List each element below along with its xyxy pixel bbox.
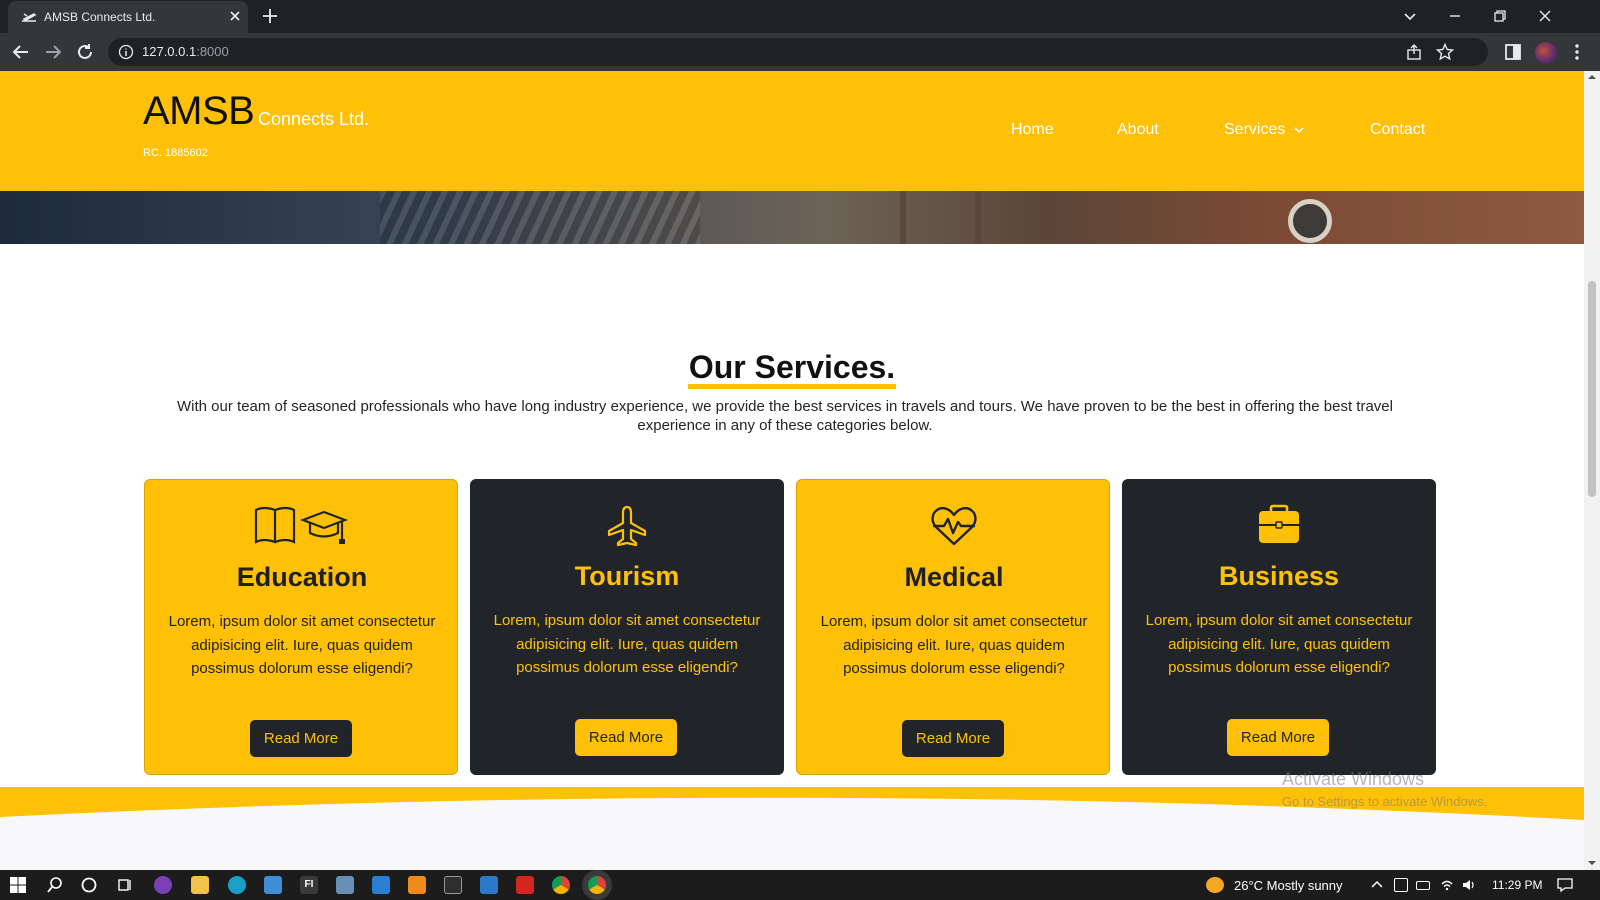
back-arrow-icon[interactable] (10, 41, 32, 63)
watermark-title: Activate Windows (1282, 769, 1425, 789)
service-card-business: Business Lorem, ipsum dolor sit amet con… (1122, 479, 1436, 775)
terminal-icon[interactable] (444, 876, 462, 894)
vscode-icon[interactable] (372, 876, 390, 894)
volume-icon[interactable] (1462, 878, 1476, 892)
windows-taskbar: FI 26°C Mostly sunny 11:29 PM (0, 870, 1600, 900)
file-explorer-icon[interactable] (191, 876, 209, 894)
scrollbar-thumb[interactable] (1588, 281, 1596, 497)
service-card-medical: Medical Lorem, ipsum dolor sit amet cons… (796, 479, 1110, 775)
site-header: AMSB Connects Ltd. RC. 1885602 Home Abou… (0, 71, 1584, 191)
store-icon[interactable] (264, 876, 282, 894)
hero-image-strip (0, 191, 1584, 244)
services-heading-text: Our Services. (687, 350, 897, 389)
close-window-icon[interactable] (1533, 4, 1557, 28)
forward-arrow-icon[interactable] (42, 41, 64, 63)
fl-studio-icon[interactable]: FI (300, 876, 318, 894)
read-more-button[interactable]: Read More (902, 720, 1004, 757)
airplane-favicon-icon (22, 13, 37, 22)
weather-icon[interactable] (1206, 877, 1224, 893)
hero-round-window (1288, 199, 1332, 243)
hero-mast (900, 191, 906, 244)
new-tab-icon[interactable] (260, 6, 280, 26)
restore-icon[interactable] (1488, 4, 1512, 28)
nav-home-link[interactable]: Home (1011, 121, 1054, 139)
card-title: Business (1218, 561, 1340, 591)
share-icon[interactable] (1404, 42, 1424, 62)
page-viewport: AMSB Connects Ltd. RC. 1885602 Home Abou… (0, 71, 1584, 870)
browser-tab-bar: AMSB Connects Ltd. (0, 0, 1600, 33)
minimize-icon[interactable] (1443, 4, 1467, 28)
address-bar[interactable]: 127.0.0.1:8000 (108, 38, 1488, 66)
clock-time[interactable]: 11:29 PM (1492, 878, 1542, 892)
page-scrollbar[interactable] (1584, 71, 1600, 870)
device-icon[interactable] (1394, 878, 1408, 892)
book-graduation-icon (254, 506, 349, 544)
watermark-subtitle: Go to Settings to activate Windows. (1282, 794, 1488, 809)
windows-start-icon[interactable] (9, 876, 27, 894)
logo-main-text[interactable]: AMSB (143, 89, 255, 134)
service-card-education: Education Lorem, ipsum dolor sit amet co… (144, 479, 458, 775)
registration-number: RC. 1885602 (143, 147, 208, 159)
battery-icon[interactable] (1416, 881, 1430, 890)
nav-contact-link[interactable]: Contact (1370, 121, 1425, 139)
acrobat-icon[interactable] (516, 876, 534, 894)
chrome-active-icon[interactable] (588, 876, 606, 894)
search-icon[interactable] (46, 876, 64, 894)
chevron-down-icon (1294, 127, 1304, 133)
logo-sub-text[interactable]: Connects Ltd. (258, 109, 369, 130)
nav-services-link[interactable]: Services (1224, 121, 1304, 139)
side-panel-icon[interactable] (1502, 41, 1524, 63)
more-menu-icon[interactable] (1566, 41, 1588, 63)
card-title: Education (236, 562, 368, 592)
scroll-down-arrow-icon[interactable] (1588, 859, 1596, 867)
site-info-icon[interactable] (118, 44, 134, 60)
bookmark-star-icon[interactable] (1435, 42, 1455, 62)
activate-windows-watermark: Activate Windows Go to Settings to activ… (1282, 769, 1487, 809)
hero-mast (975, 191, 981, 244)
services-heading: Our Services. (0, 349, 1584, 389)
browser-toolbar: 127.0.0.1:8000 (0, 33, 1600, 71)
hero-roof-texture (380, 191, 700, 244)
services-description: With our team of seasoned professionals … (177, 398, 1393, 434)
read-more-button[interactable]: Read More (1227, 719, 1329, 756)
card-text: Lorem, ipsum dolor sit amet consectetur … (493, 612, 761, 676)
chevron-up-icon[interactable] (1370, 878, 1384, 892)
airplane-icon (607, 505, 647, 547)
url-text: 127.0.0.1:8000 (142, 44, 229, 59)
chrome-icon[interactable] (552, 876, 570, 894)
mail-icon[interactable] (480, 876, 498, 894)
card-title: Medical (904, 562, 1004, 592)
task-view-icon[interactable] (116, 876, 134, 894)
app-icon-photos[interactable] (336, 876, 354, 894)
card-text: Lorem, ipsum dolor sit amet consectetur … (168, 613, 436, 677)
scroll-up-arrow-icon[interactable] (1588, 73, 1596, 81)
edge-browser-icon[interactable] (228, 876, 246, 894)
read-more-button[interactable]: Read More (250, 720, 352, 757)
browser-tab[interactable]: AMSB Connects Ltd. (8, 1, 248, 33)
read-more-button[interactable]: Read More (575, 719, 677, 756)
heart-pulse-icon (931, 506, 977, 546)
profile-avatar[interactable] (1535, 42, 1557, 64)
notifications-icon[interactable] (1557, 877, 1573, 893)
card-text: Lorem, ipsum dolor sit amet consectetur … (820, 613, 1088, 677)
close-tab-icon[interactable] (226, 7, 244, 25)
cortana-icon[interactable] (80, 876, 98, 894)
tab-search-chevron-icon[interactable] (1398, 4, 1422, 28)
card-text: Lorem, ipsum dolor sit amet consectetur … (1145, 612, 1413, 676)
tab-title: AMSB Connects Ltd. (44, 10, 156, 24)
wifi-icon[interactable] (1440, 878, 1454, 892)
weather-text[interactable]: 26°C Mostly sunny (1234, 878, 1343, 893)
service-card-tourism: Tourism Lorem, ipsum dolor sit amet cons… (470, 479, 784, 775)
card-title: Tourism (574, 561, 680, 591)
nav-services-label: Services (1224, 121, 1286, 138)
vlc-icon[interactable] (408, 876, 426, 894)
briefcase-icon (1259, 504, 1299, 543)
nav-about-link[interactable]: About (1117, 121, 1159, 139)
reload-icon[interactable] (74, 41, 96, 63)
app-icon-purple[interactable] (154, 876, 172, 894)
